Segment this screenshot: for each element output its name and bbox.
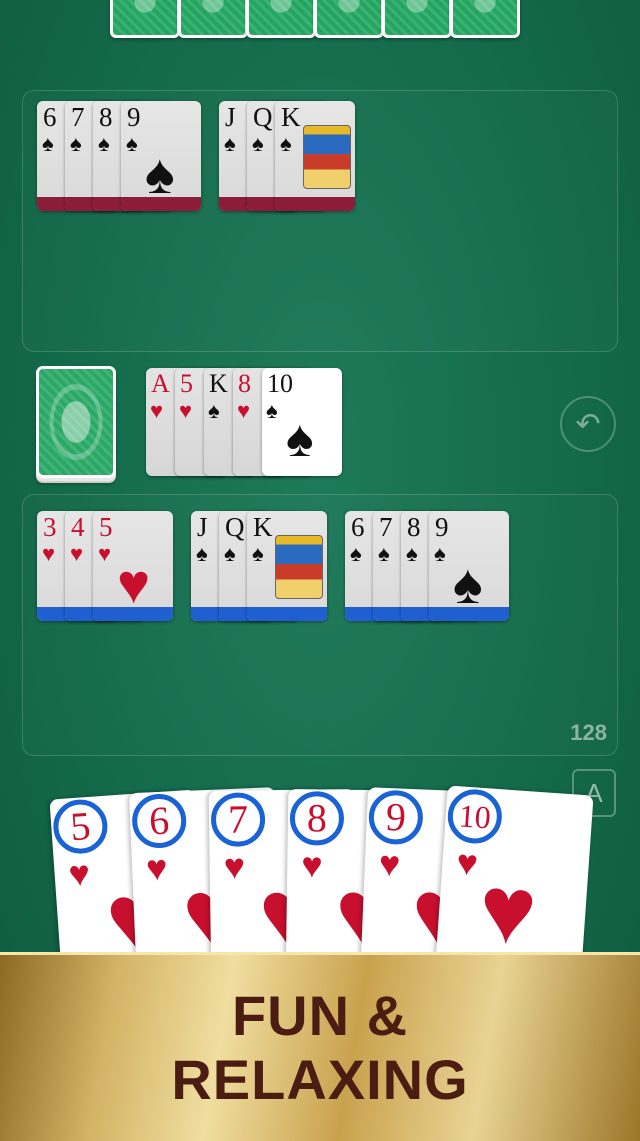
- card-rank: 8: [99, 102, 113, 132]
- card-rank: 9: [435, 512, 449, 542]
- opponent-card-back: [382, 0, 452, 38]
- card-rank-badge: 10: [446, 787, 504, 846]
- card-suit-icon: ♠: [196, 541, 208, 566]
- card-suit-icon: ♠: [252, 541, 264, 566]
- card-suit-icon: ♠: [208, 398, 220, 423]
- card-rank: J: [225, 102, 236, 132]
- promo-banner: FUN & RELAXING: [0, 952, 640, 1141]
- meld-card[interactable]: K ♠: [247, 511, 327, 621]
- card-rank-badge: 8: [289, 791, 345, 846]
- card-rank: 5: [99, 512, 113, 542]
- opponent-card-back: [450, 0, 520, 38]
- card-pip-icon: ♠: [145, 144, 175, 206]
- card-rank: 8: [238, 369, 251, 398]
- card-rank: 6: [43, 102, 57, 132]
- card-rank: Q: [225, 512, 245, 542]
- card-suit-icon: ♥: [42, 541, 56, 566]
- meld-card[interactable]: K ♠: [275, 101, 355, 211]
- meld-band: [429, 607, 509, 621]
- card-suit-icon: ♥: [70, 541, 84, 566]
- card-rank: 4: [71, 512, 85, 542]
- card-rank: 5: [180, 369, 193, 398]
- card-suit-icon: ♥: [179, 398, 193, 423]
- card-rank-badge: 7: [210, 792, 266, 848]
- discard-card[interactable]: 10 ♠ ♠: [262, 368, 342, 476]
- card-suit-icon: ♠: [224, 131, 236, 156]
- card-suit-icon: ♠: [42, 131, 54, 156]
- face-card-art: [303, 125, 351, 189]
- meld-card[interactable]: 9 ♠ ♠: [121, 101, 201, 211]
- card-suit-icon: ♥: [145, 847, 169, 889]
- card-rank: 7: [71, 102, 85, 132]
- card-suit-icon: ♥: [150, 398, 164, 423]
- card-suit-icon: ♠: [70, 131, 82, 156]
- card-suit-icon: ♠: [280, 131, 292, 156]
- card-rank: 6: [351, 512, 365, 542]
- card-suit-icon: ♠: [224, 541, 236, 566]
- card-rank: 8: [407, 512, 421, 542]
- card-rank: 9: [127, 102, 141, 132]
- card-suit-icon: ♠: [434, 541, 446, 566]
- card-rank-badge: 9: [367, 789, 424, 846]
- meld-band: [247, 607, 327, 621]
- card-pip-icon: ♥: [475, 855, 541, 966]
- card-suit-icon: ♠: [378, 541, 390, 566]
- card-rank: Q: [253, 102, 273, 132]
- card-suit-icon: ♥: [67, 853, 92, 895]
- card-suit-icon: ♠: [406, 541, 418, 566]
- card-suit-icon: ♥: [301, 845, 323, 886]
- opponent-card-back: [246, 0, 316, 38]
- card-suit-icon: ♠: [126, 131, 138, 156]
- card-suit-icon: ♥: [455, 842, 480, 884]
- meld-card[interactable]: 9 ♠ ♠: [429, 511, 509, 621]
- meld-band: [121, 197, 201, 211]
- card-suit-icon: ♠: [252, 131, 264, 156]
- opponent-card-back: [110, 0, 180, 38]
- opponent-card-back: [314, 0, 384, 38]
- score-label: 128: [570, 720, 607, 745]
- card-rank: 3: [43, 512, 57, 542]
- card-pip-icon: ♠: [453, 554, 483, 616]
- card-rank: K: [281, 102, 301, 132]
- player-meld-area: 3 ♥ 4 ♥ 5 ♥ ♥ J ♠ Q ♠ K ♠ 6 ♠ 7 ♠ 8 ♠ 9 ♠ ♠: [22, 494, 618, 756]
- face-card-art: [275, 535, 323, 599]
- card-suit-icon: ♠: [98, 131, 110, 156]
- card-rank-badge: 5: [51, 797, 110, 856]
- meld-card[interactable]: 5 ♥ ♥: [93, 511, 173, 621]
- card-pip-icon: ♠: [286, 411, 314, 468]
- opponent-meld-area: 6 ♠ 7 ♠ 8 ♠ 9 ♠ ♠ J ♠ Q ♠ K ♠: [22, 90, 618, 352]
- stock-pile[interactable]: [36, 366, 116, 478]
- card-rank-badge: 6: [131, 792, 188, 850]
- card-suit-icon: ♥: [223, 846, 246, 887]
- meld-band: [275, 197, 355, 211]
- meld-band: [93, 607, 173, 621]
- card-suit-icon: ♥: [378, 843, 402, 885]
- banner-line-2: RELAXING: [171, 1048, 469, 1111]
- card-rank: J: [197, 512, 208, 542]
- undo-button[interactable]: ↶: [560, 396, 616, 452]
- card-suit-icon: ♠: [350, 541, 362, 566]
- opponent-card-back: [178, 0, 248, 38]
- card-pip-icon: ♥: [117, 554, 151, 616]
- card-suit-icon: ♠: [266, 398, 278, 423]
- card-rank: K: [253, 512, 273, 542]
- card-rank: A: [151, 369, 170, 398]
- card-rank: 10: [267, 369, 293, 398]
- undo-arrow-icon: ↶: [575, 406, 601, 442]
- card-rank: K: [209, 369, 228, 398]
- card-suit-icon: ♥: [237, 398, 251, 423]
- card-rank: 7: [379, 512, 393, 542]
- banner-line-1: FUN &: [231, 984, 409, 1047]
- card-suit-icon: ♥: [98, 541, 112, 566]
